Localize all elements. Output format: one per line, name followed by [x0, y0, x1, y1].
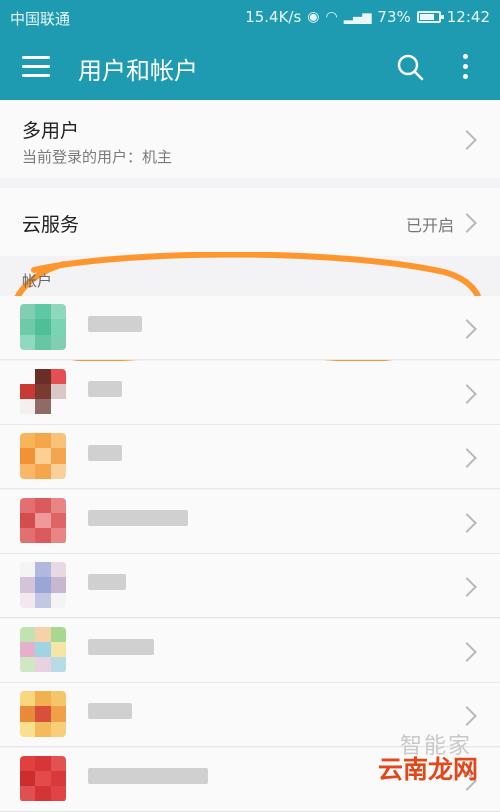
status-right: 15.4K/s ◉ ◠ ▂▄▆ 73% 12:42: [245, 8, 490, 26]
chevron-right-icon: [457, 577, 477, 597]
account-name-redacted: [88, 316, 142, 332]
account-row[interactable]: [0, 618, 500, 683]
account-name-redacted: [88, 703, 132, 719]
account-row[interactable]: [0, 296, 500, 360]
cloud-service-title: 云服务: [22, 214, 80, 236]
accounts-section-title: 帐户: [22, 272, 53, 290]
account-row[interactable]: [0, 554, 500, 618]
carrier-label: 中国联通: [10, 10, 71, 28]
avatar: [20, 626, 66, 673]
multi-user-title: 多用户: [22, 120, 80, 142]
multi-user-subtitle: 当前登录的用户：机主: [22, 148, 173, 166]
account-name-redacted: [88, 638, 154, 655]
multi-user-row[interactable]: 多用户 当前登录的用户：机主: [0, 100, 500, 178]
status-bar: 中国联通 15.4K/s ◉ ◠ ▂▄▆ 73% 12:42: [0, 0, 500, 34]
battery-icon: [416, 11, 444, 23]
account-row[interactable]: [0, 360, 500, 425]
account-name-redacted: [88, 380, 122, 397]
account-name-redacted: [88, 574, 126, 590]
chevron-right-icon: [457, 213, 477, 233]
chevron-right-icon: [457, 641, 477, 662]
account-name-redacted: [88, 445, 122, 461]
avatar: [20, 433, 66, 479]
app-bar: 用户和帐户: [0, 34, 500, 100]
avatar: [20, 755, 66, 802]
chevron-right-icon: [457, 706, 477, 726]
account-row[interactable]: [0, 489, 500, 554]
search-icon[interactable]: [395, 52, 425, 82]
battery-percent: 73%: [377, 8, 411, 26]
cloud-service-status: 已开启: [405, 216, 454, 235]
page-title: 用户和帐户: [78, 57, 198, 85]
net-speed: 15.4K/s: [245, 8, 302, 26]
menu-icon[interactable]: [22, 54, 50, 78]
chevron-right-icon: [457, 319, 477, 339]
content: 多用户 当前登录的用户：机主 云服务 已开启 帐户 智能家 云南龙网: [0, 100, 500, 812]
account-name-redacted: [88, 767, 208, 784]
eye-icon: ◉: [307, 9, 320, 25]
avatar: [20, 691, 66, 737]
cloud-service-row[interactable]: 云服务 已开启: [0, 188, 500, 256]
wifi-icon: ◠: [325, 9, 338, 25]
chevron-right-icon: [457, 130, 477, 150]
chevron-right-icon: [457, 512, 477, 533]
chevron-right-icon: [457, 448, 477, 468]
avatar: [20, 368, 66, 415]
avatar: [20, 562, 66, 608]
corner-brand: 云南龙网: [377, 755, 478, 784]
account-name-redacted: [88, 509, 188, 526]
avatar: [20, 304, 66, 350]
avatar: [20, 497, 66, 544]
clock: 12:42: [446, 8, 490, 26]
signal-icon: ▂▄▆: [343, 10, 372, 24]
account-row[interactable]: [0, 425, 500, 489]
more-options-icon[interactable]: [455, 51, 475, 83]
chevron-right-icon: [457, 383, 477, 404]
